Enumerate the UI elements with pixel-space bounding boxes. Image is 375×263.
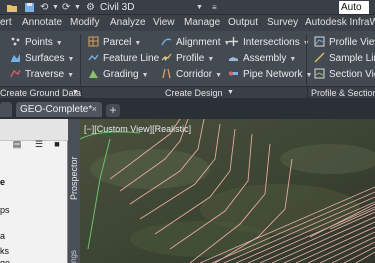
panel-divider [306,34,307,87]
panel-title-divider [81,87,82,99]
tab-prospector[interactable]: Prospector [68,152,80,204]
traverse-icon [10,68,21,79]
intersections-button[interactable]: Intersections▼ [228,36,310,50]
panel-title-divider [307,87,308,99]
grading-button[interactable]: Grading ▼ [88,68,149,82]
close-icon[interactable]: × [92,102,97,117]
document-tab-bar: GEO-Complete* × + [0,99,375,119]
feature-line-button[interactable]: Feature Line ▼ [88,52,169,66]
tab-output[interactable]: Output [228,16,258,30]
tab-modify[interactable]: Modify [70,16,99,30]
assembly-icon [228,52,239,63]
gear-icon[interactable]: ⚙ [86,2,95,13]
points-icon [10,36,21,47]
profile-button[interactable]: Profile ▼ [161,52,214,66]
profile-icon [161,52,172,63]
viewport-controls-label[interactable]: [−][Custom View][Realistic] [84,123,191,135]
list-item[interactable]: a [0,230,5,242]
tab-insert[interactable]: ert [0,16,12,30]
ribbon-tab-bar: ert Annotate Modify Analyze View Manage … [0,15,375,31]
qat-customize-icon[interactable]: ≡ [212,2,217,13]
workspace-selector[interactable]: Civil 3D [96,1,138,14]
alignment-button[interactable]: Alignment ▼ [161,36,230,50]
traverse-button[interactable]: Traverse ▼ [10,68,74,82]
drawing-viewport[interactable] [80,119,375,263]
chevron-down-icon: ▼ [215,72,223,79]
quick-access-toolbar: ⟲ ▼ ⟳ ▼ ⚙ Civil 3D ▼ ≡ Auto [0,0,375,15]
chevron-down-icon: ▼ [207,56,215,63]
folder-icon[interactable] [6,2,18,13]
ribbon-panel-titles: Create Ground Data ▼ Create Design ▼ Pro… [0,87,375,99]
tab-annotate[interactable]: Annotate [22,16,62,30]
chevron-down-icon: ▼ [141,72,149,79]
section-view-button[interactable]: Section View [314,68,375,82]
tab-manage[interactable]: Manage [184,16,220,30]
sample-line-button[interactable]: Sample Line [314,52,375,66]
list-item[interactable]: ps [0,204,10,216]
panel-title-profile-section[interactable]: Profile & Section Vi [311,87,375,99]
redo-dropdown-icon[interactable]: ▼ [74,2,81,13]
terrain-render [80,119,375,263]
item-view-icon[interactable]: ■ [52,139,62,149]
parcel-button[interactable]: Parcel ▼ [88,36,141,50]
new-tab-button[interactable]: + [106,104,120,117]
grading-icon [88,68,99,79]
undo-icon[interactable]: ⟲ [40,2,48,13]
document-tab-geo-complete[interactable]: GEO-Complete* × [16,102,102,117]
chevron-down-icon: ▼ [67,72,75,79]
tab-autodesk-infraworks[interactable]: Autodesk InfraWor [305,16,375,30]
parcel-icon [88,36,99,47]
start-tab[interactable] [0,102,12,117]
undo-dropdown-icon[interactable]: ▼ [52,2,59,13]
tab-view[interactable]: View [153,16,175,30]
profile-view-icon [314,36,325,47]
chevron-down-icon: ▼ [289,56,297,63]
list-item[interactable]: ge [0,257,10,263]
toolspace-icon[interactable]: ▤ [12,139,22,149]
surfaces-icon [10,52,21,63]
list-view-icon[interactable]: ☰ [34,139,44,149]
panel-divider [80,34,81,87]
save-icon[interactable] [24,2,35,13]
corridor-icon [161,68,172,79]
chevron-down-icon: ▼ [67,56,75,63]
chevron-down-icon: ▼ [55,40,63,47]
tab-settings[interactable]: ngs [68,243,80,263]
pipe-network-button[interactable]: Pipe Network ▼ [228,68,312,82]
redo-icon[interactable]: ⟳ [62,2,70,13]
alignment-icon [161,36,172,47]
toolspace-panel: ▤ ☰ ■ e ps a ks ge [0,119,68,263]
tab-survey[interactable]: Survey [267,16,298,30]
chevron-down-icon: ▼ [134,40,142,47]
ribbon-panel-area: Points ▼ Surfaces ▼ Traverse ▼ Parcel ▼ Feat… [0,31,375,87]
toolspace-toolbar: ▤ ☰ ■ [0,119,68,149]
tab-analyze[interactable]: Analyze [110,16,146,30]
panel-title-dropdown-icon[interactable]: ▼ [227,87,234,99]
panel-title-create-ground-data[interactable]: Create Ground Data [0,87,81,99]
feature-line-icon [88,52,99,63]
surfaces-button[interactable]: Surfaces ▼ [10,52,74,66]
corridor-button[interactable]: Corridor ▼ [161,68,222,82]
points-button[interactable]: Points ▼ [10,36,63,50]
intersections-icon [228,36,239,47]
list-item[interactable]: ks [0,245,9,257]
sample-line-icon [314,52,325,63]
pipe-network-icon [228,68,239,79]
app-title: Auto [339,1,369,14]
workspace-dropdown-icon[interactable]: ▼ [196,2,203,13]
assembly-button[interactable]: Assembly ▼ [228,52,296,66]
list-item[interactable]: e [0,176,5,188]
panel-title-dropdown-icon[interactable]: ▼ [72,87,79,99]
panel-title-create-design[interactable]: Create Design [165,87,223,99]
section-view-icon [314,68,325,79]
profile-view-button[interactable]: Profile View [314,36,375,50]
